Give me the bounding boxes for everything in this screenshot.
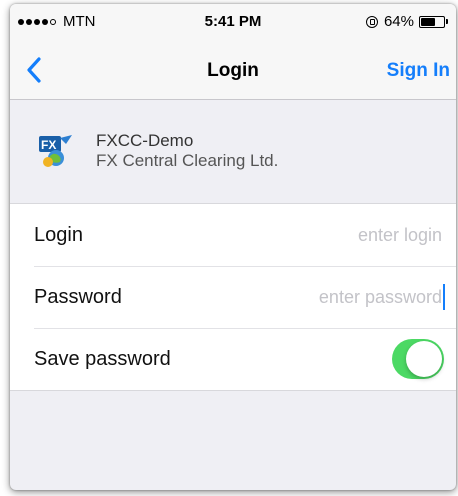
password-row: Password <box>10 266 456 328</box>
svg-text:FX: FX <box>41 138 56 152</box>
battery-fill <box>421 17 436 26</box>
sign-in-button[interactable]: Sign In <box>387 60 450 82</box>
server-texts: FXCC-Demo FX Central Clearing Ltd. <box>96 131 278 171</box>
battery-percent: 64% <box>383 13 414 30</box>
battery-icon <box>419 15 448 28</box>
text-cursor <box>443 284 445 310</box>
save-password-toggle[interactable] <box>392 339 444 379</box>
server-info: FX FXCC-Demo FX Central Clearing Ltd. <box>10 100 456 203</box>
login-input[interactable] <box>210 219 444 251</box>
login-row: Login <box>10 204 456 266</box>
fxcc-logo-icon: FX <box>39 135 72 167</box>
save-password-label: Save password <box>34 347 171 370</box>
password-input[interactable] <box>210 281 444 313</box>
server-company: FX Central Clearing Ltd. <box>96 151 279 170</box>
phone-screen: MTN 5:41 PM 64% Login Sign In FX FXCC-De… <box>10 4 456 490</box>
login-label: Login <box>34 223 83 246</box>
orientation-lock-icon <box>365 15 378 28</box>
password-label: Password <box>34 285 122 308</box>
server-name: FXCC-Demo <box>96 131 194 150</box>
status-bar: MTN 5:41 PM 64% <box>10 4 456 36</box>
login-form: Login Password Save password <box>10 203 456 391</box>
navigation-bar: Login Sign In <box>10 36 456 100</box>
toggle-knob[interactable] <box>406 341 442 377</box>
status-right: 64% <box>365 13 448 30</box>
save-password-row: Save password <box>10 328 456 390</box>
